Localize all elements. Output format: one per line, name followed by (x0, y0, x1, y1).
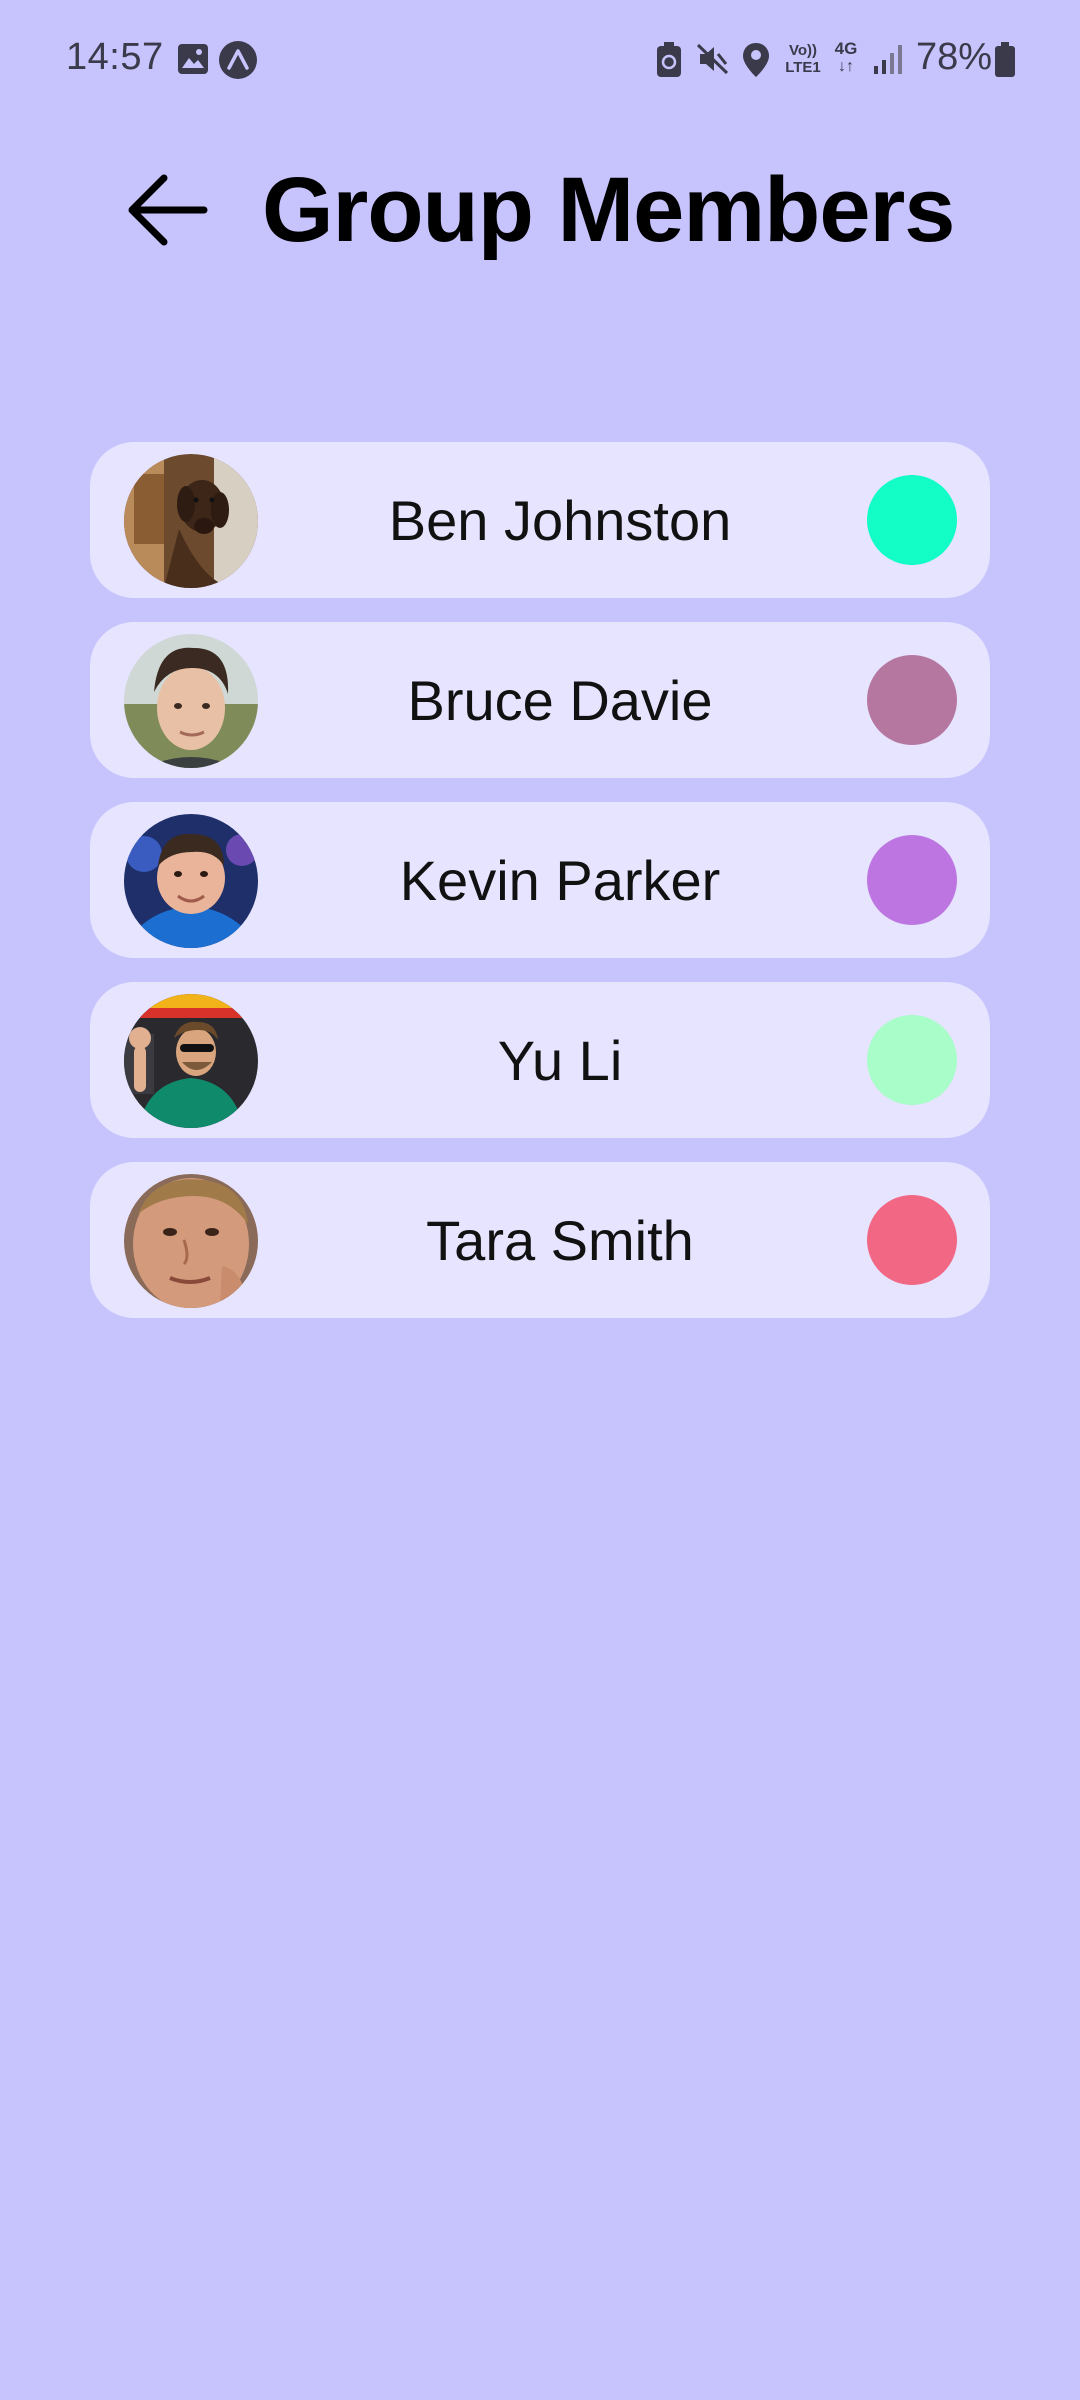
app-notification-icon (219, 41, 257, 79)
member-name: Tara Smith (426, 1208, 694, 1272)
avatar (124, 814, 258, 948)
dog-photo (124, 454, 258, 588)
young-man-photo (124, 634, 258, 768)
4g-data-icon: 4G ↓↑ (832, 40, 860, 80)
status-indicator (867, 835, 957, 925)
member-row[interactable]: Bruce Davie (90, 622, 990, 778)
location-icon (743, 43, 769, 77)
mute-icon (696, 43, 729, 75)
battery-icon (995, 42, 1015, 77)
status-indicator (867, 655, 957, 745)
status-time: 14:57 (66, 36, 164, 78)
battery-percent: 78% (916, 36, 993, 78)
member-row[interactable]: Ben Johnston (90, 442, 990, 598)
member-name: Ben Johnston (388, 488, 732, 552)
image-icon (178, 44, 208, 74)
status-indicator (867, 1195, 957, 1285)
volte-icon: Vo)) LTE1 (782, 42, 824, 78)
page-title: Group Members (262, 159, 955, 261)
member-row[interactable]: Kevin Parker (90, 802, 990, 958)
arrow-left-icon (128, 174, 208, 246)
volte-label-bottom: LTE1 (785, 59, 821, 76)
status-bar: 14:57 Vo)) LTE1 4G ↓↑ 78% (0, 0, 1080, 120)
member-row[interactable]: Yu Li (90, 982, 990, 1138)
member-name: Kevin Parker (399, 848, 721, 912)
status-indicator (867, 1015, 957, 1105)
network-label: 4G (834, 39, 858, 58)
man-closeup-photo (124, 1174, 258, 1308)
avatar (124, 994, 258, 1128)
avatar (124, 634, 258, 768)
member-row[interactable]: Tara Smith (90, 1162, 990, 1318)
battery-saver-icon (657, 42, 681, 77)
man-blue-shirt-photo (124, 814, 258, 948)
data-arrows: ↓↑ (838, 58, 854, 75)
member-list: Ben Johnston Bruce Davie Kevin Parker Yu… (90, 442, 990, 1342)
member-name: Bruce Davie (407, 668, 713, 732)
avatar (124, 1174, 258, 1308)
avatar (124, 454, 258, 588)
back-button[interactable] (118, 160, 218, 260)
signal-icon (874, 45, 902, 74)
man-green-shirt-waving-photo (124, 994, 258, 1128)
volte-label-top: Vo)) (788, 42, 818, 59)
member-name: Yu Li (497, 1028, 623, 1092)
status-indicator (867, 475, 957, 565)
